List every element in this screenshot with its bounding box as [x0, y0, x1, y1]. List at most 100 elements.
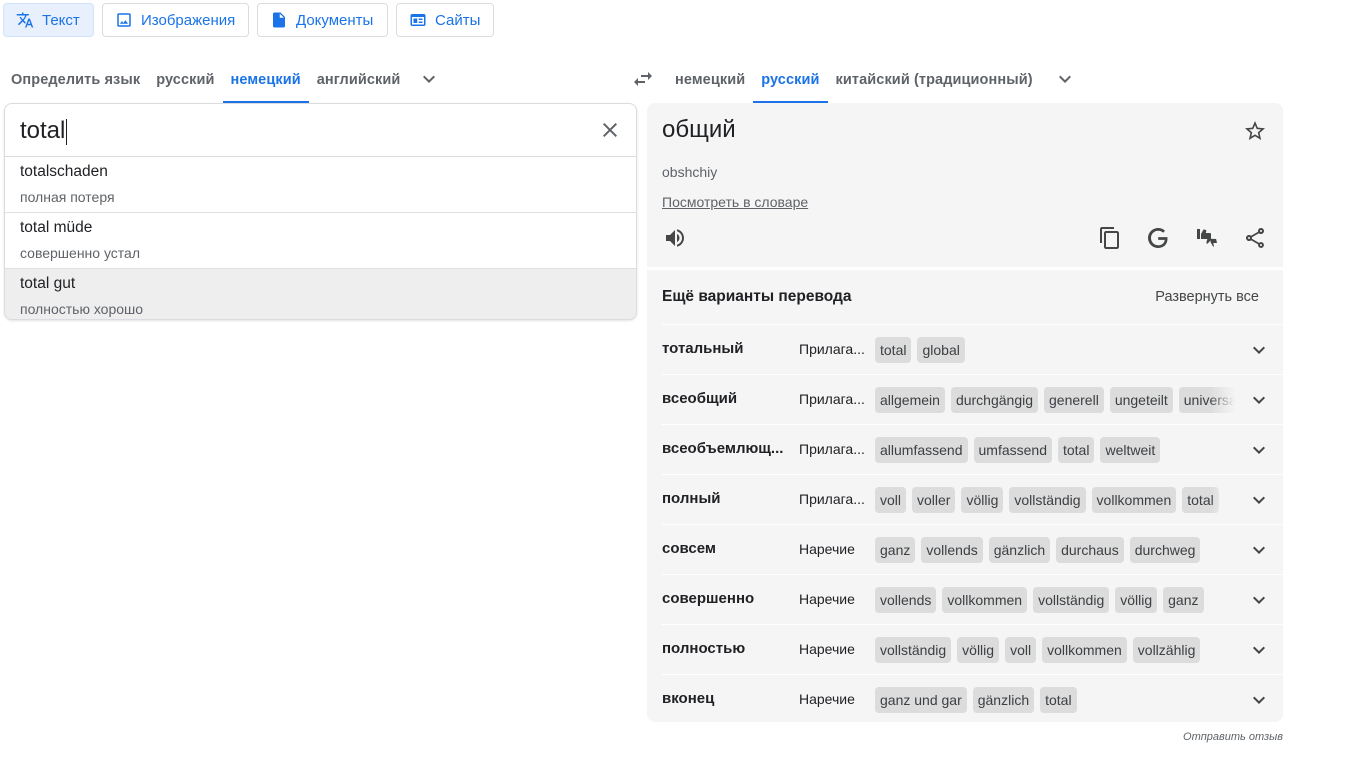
part-of-speech: Прилага... [799, 441, 865, 457]
synonym-chip[interactable]: ganz und gar [875, 687, 967, 713]
source-text-input[interactable]: total [5, 104, 636, 157]
clear-icon[interactable] [598, 118, 622, 142]
mode-text-label: Текст [42, 11, 80, 29]
chevron-down-icon[interactable] [1247, 538, 1271, 562]
source-lang-russian[interactable]: русский [148, 57, 222, 103]
synonym-chip[interactable]: voll [1005, 637, 1037, 663]
source-lang-detect[interactable]: Определить язык [3, 57, 148, 103]
synonym-chip[interactable]: universal [1178, 387, 1235, 413]
synonym-chip[interactable]: völlig [957, 637, 1000, 663]
synonym-chip[interactable]: vollkommen [942, 587, 1028, 613]
transliteration: obshchiy [662, 164, 718, 180]
mode-websites-button[interactable]: Сайты [396, 3, 494, 37]
chevron-down-icon[interactable] [1247, 688, 1271, 712]
google-icon[interactable] [1146, 226, 1170, 250]
translation-variant-row[interactable]: полностью Наречие vollständig völlig voll vol… [662, 624, 1283, 674]
synonym-chip[interactable]: vollständig [1033, 587, 1110, 613]
variant-word: тотальный [662, 340, 744, 357]
synonym-chip[interactable]: vollends [921, 537, 983, 563]
synonym-chip[interactable]: weltweit [1100, 437, 1161, 463]
target-lang-german[interactable]: немецкий [667, 57, 753, 103]
synonym-chip[interactable]: durchgängig [950, 387, 1038, 413]
synonym-chip[interactable]: voll [875, 487, 907, 513]
translation-result: общий [662, 116, 736, 143]
target-lang-chinese[interactable]: китайский (традиционный) [828, 57, 1041, 103]
synonym-chip[interactable]: ungeteilt [1109, 387, 1173, 413]
chevron-down-icon[interactable] [1247, 438, 1271, 462]
synonym-chip[interactable]: vollständig [875, 637, 952, 663]
source-lang-more-chevron-icon[interactable] [417, 67, 441, 91]
translation-variant-row[interactable]: совершенно Наречие vollends vollkommen volls… [662, 574, 1283, 624]
translation-variant-row[interactable]: всеобъемлющ... Прилага... allumfassend umfa… [662, 424, 1283, 474]
source-lang-english[interactable]: английский [309, 57, 409, 103]
synonym-chip[interactable]: global [917, 337, 965, 363]
suggestion-translation: полная потеря [20, 189, 115, 205]
suggestion-translation: совершенно устал [20, 245, 141, 261]
translation-variant-row[interactable]: всеобщий Прилага... allgemein durchgängig ge… [662, 374, 1283, 424]
suggestion-translation: полностью хорошо [20, 301, 144, 317]
synonym-chip[interactable]: total [1040, 687, 1077, 713]
chevron-down-icon[interactable] [1247, 388, 1271, 412]
share-icon[interactable] [1243, 226, 1267, 250]
listen-icon[interactable] [663, 226, 687, 250]
view-in-dictionary-link[interactable]: Посмотреть в словаре [662, 194, 808, 210]
synonym-chips: vollends vollkommen vollständig völlig ganz [875, 587, 1235, 613]
send-feedback-link[interactable]: Отправить отзыв [1183, 731, 1283, 743]
synonym-chip[interactable]: allgemein [875, 387, 945, 413]
synonym-chip[interactable]: generell [1044, 387, 1104, 413]
chevron-down-icon[interactable] [1247, 338, 1271, 362]
target-lang-more-chevron-icon[interactable] [1053, 67, 1077, 91]
synonym-chip[interactable]: allumfassend [875, 437, 968, 463]
synonym-chip[interactable]: total [1057, 437, 1095, 463]
synonym-chip[interactable]: völlig [1115, 587, 1158, 613]
translation-variant-row[interactable]: совсем Наречие ganz vollends gänzlich durchau… [662, 524, 1283, 574]
synonym-chip[interactable]: völlig [961, 487, 1004, 513]
expand-all-button[interactable]: Развернуть все [1155, 289, 1259, 305]
mode-documents-button[interactable]: Документы [257, 3, 388, 37]
suggestion-item[interactable]: total müde совершенно устал [5, 213, 636, 269]
part-of-speech: Наречие [799, 541, 855, 557]
source-lang-german[interactable]: немецкий [222, 57, 309, 103]
document-icon [270, 11, 288, 29]
target-lang-russian[interactable]: русский [753, 57, 828, 103]
mode-images-button[interactable]: Изображения [102, 3, 249, 37]
synonym-chip[interactable]: durchaus [1056, 537, 1124, 563]
more-translations-heading: Ещё варианты перевода [662, 288, 852, 305]
target-language-bar: немецкий русский китайский (традиционный… [667, 57, 1041, 103]
swap-languages-icon[interactable] [631, 67, 655, 91]
part-of-speech: Прилага... [799, 491, 865, 507]
rate-translation-icon[interactable] [1195, 226, 1219, 250]
mode-tabs: Текст Изображения Документы Сайты [3, 3, 494, 37]
synonym-chip[interactable]: gänzlich [988, 537, 1051, 563]
synonym-chip[interactable]: vollkommen [1042, 637, 1127, 663]
suggestion-item[interactable]: totalschaden полная потеря [5, 157, 636, 213]
synonym-chip[interactable]: gänzlich [972, 687, 1035, 713]
mode-text-button[interactable]: Текст [3, 3, 94, 37]
synonym-chip[interactable]: umfassend [973, 437, 1052, 463]
synonym-chip[interactable]: vollständig [1009, 487, 1086, 513]
chevron-down-icon[interactable] [1247, 638, 1271, 662]
translation-variant-row[interactable]: вконец Наречие ganz und gar gänzlich total [662, 674, 1283, 724]
synonym-chip[interactable]: vollkommen [1091, 487, 1177, 513]
translation-variant-row[interactable]: тотальный Прилага... total global [662, 324, 1283, 374]
synonym-chip[interactable]: total [1182, 487, 1219, 513]
star-icon[interactable] [1243, 119, 1267, 143]
synonym-chip[interactable]: total [875, 337, 912, 363]
synonym-chip[interactable]: durchweg [1129, 537, 1201, 563]
synonym-chips: total global [875, 337, 1235, 363]
synonym-chip[interactable]: ganz [1163, 587, 1204, 613]
chevron-down-icon[interactable] [1247, 588, 1271, 612]
synonym-chip[interactable]: ganz [875, 537, 916, 563]
target-panel: общий obshchiy Посмотреть в словаре [647, 103, 1283, 267]
suggestion-item-highlighted[interactable]: total gut полностью хорошо [5, 269, 636, 319]
chevron-down-icon[interactable] [1247, 488, 1271, 512]
synonym-chip[interactable]: voller [912, 487, 956, 513]
copy-icon[interactable] [1098, 226, 1122, 250]
translation-variant-row[interactable]: полный Прилага... voll voller völlig vollstän… [662, 474, 1283, 524]
synonym-chip[interactable]: vollends [875, 587, 937, 613]
mode-images-label: Изображения [141, 11, 236, 29]
part-of-speech: Наречие [799, 691, 855, 707]
text-caret [66, 118, 68, 145]
synonym-chip[interactable]: vollzählig [1132, 637, 1201, 663]
suggestion-word: total müde [20, 219, 93, 236]
